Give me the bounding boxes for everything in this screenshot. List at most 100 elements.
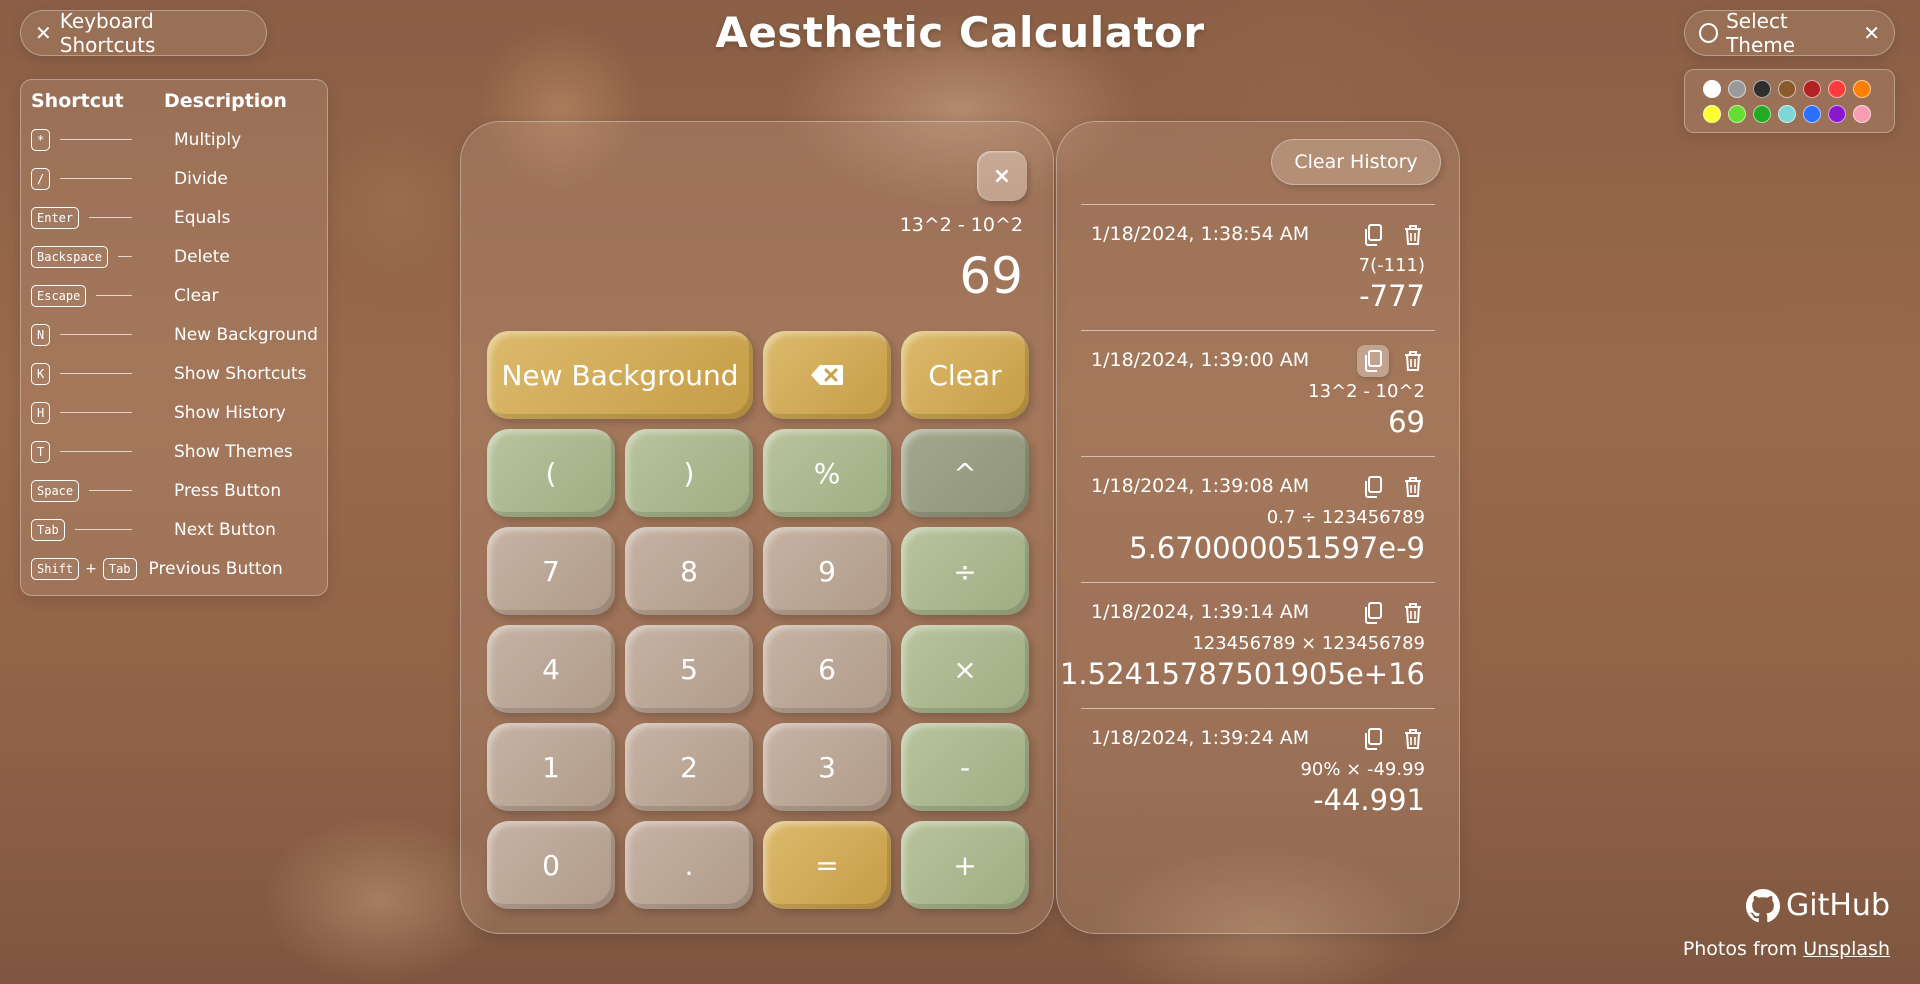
github-link[interactable]: GitHub xyxy=(1746,888,1890,923)
digit-3-button[interactable]: 3 xyxy=(763,723,891,811)
digit-9-button[interactable]: 9 xyxy=(763,527,891,615)
key-cap: * xyxy=(31,128,51,151)
theme-swatch[interactable] xyxy=(1728,104,1746,123)
theme-swatch[interactable] xyxy=(1853,79,1871,98)
decimal-button[interactable]: . xyxy=(625,821,753,909)
backspace-button[interactable] xyxy=(763,331,891,419)
theme-swatch[interactable] xyxy=(1778,79,1796,98)
theme-swatch[interactable] xyxy=(1853,104,1871,123)
theme-swatch[interactable] xyxy=(1803,79,1821,98)
shortcut-row: H Show History xyxy=(31,393,317,432)
shortcut-keys: Shift + Tab xyxy=(31,557,137,580)
photo-credit-prefix: Photos from xyxy=(1682,938,1804,960)
key-cap: Enter xyxy=(31,206,80,229)
photo-credit: Photos from Unsplash xyxy=(1683,938,1890,960)
theme-swatch[interactable] xyxy=(1703,79,1721,98)
digit-1-button[interactable]: 1 xyxy=(487,723,615,811)
clear-button[interactable]: Clear xyxy=(901,331,1029,419)
new-background-button[interactable]: New Background xyxy=(487,331,753,419)
github-label: GitHub xyxy=(1786,888,1890,923)
open-paren-button[interactable]: ( xyxy=(487,429,615,517)
expression-display: 13^2 - 10^2 xyxy=(899,214,1023,236)
trash-icon[interactable] xyxy=(1397,219,1429,251)
key-cap: Escape xyxy=(31,284,87,307)
shortcut-row: Escape Clear xyxy=(31,276,317,315)
copy-icon[interactable] xyxy=(1357,471,1389,503)
github-icon xyxy=(1746,888,1781,922)
theme-swatch[interactable] xyxy=(1828,79,1846,98)
shortcuts-panel: Shortcut Description * Multiply / Divide Ent… xyxy=(20,79,328,596)
history-actions xyxy=(1357,723,1429,755)
connector-line xyxy=(60,334,132,335)
app-title: Aesthetic Calculator xyxy=(715,8,1205,57)
shortcut-description: Delete xyxy=(174,246,230,267)
equals-button[interactable]: = xyxy=(763,821,891,909)
unsplash-link[interactable]: Unsplash xyxy=(1803,938,1890,960)
theme-swatch[interactable] xyxy=(1778,104,1796,123)
percent-button[interactable]: % xyxy=(763,429,891,517)
theme-swatch[interactable] xyxy=(1728,79,1746,98)
description-column-header: Description xyxy=(164,90,287,112)
theme-swatch[interactable] xyxy=(1803,104,1821,123)
copy-icon[interactable] xyxy=(1357,723,1389,755)
copy-icon[interactable] xyxy=(1357,597,1389,629)
trash-icon[interactable] xyxy=(1397,345,1429,377)
shortcut-keys: Tab xyxy=(31,518,65,541)
trash-icon[interactable] xyxy=(1397,723,1429,755)
shortcut-description: Equals xyxy=(174,207,231,228)
trash-icon[interactable] xyxy=(1397,471,1429,503)
history-result: -777 xyxy=(1359,279,1425,313)
key-cap: Tab xyxy=(102,557,137,580)
shortcut-description: New Background xyxy=(174,324,318,345)
key-cap: Shift xyxy=(31,557,80,580)
history-item: 1/18/2024, 1:39:14 AM 123456789 × 123456… xyxy=(1060,582,1435,708)
history-item: 1/18/2024, 1:39:08 AM 0.7 ÷ 123456789 5.… xyxy=(1081,456,1435,582)
copy-icon[interactable] xyxy=(1357,345,1389,377)
shortcut-keys: N xyxy=(31,323,51,346)
close-history-button[interactable]: × xyxy=(977,151,1027,201)
plus-button[interactable]: + xyxy=(901,821,1029,909)
history-expression: 123456789 × 123456789 xyxy=(1192,633,1425,654)
history-expression: 13^2 - 10^2 xyxy=(1308,381,1425,402)
theme-swatch[interactable] xyxy=(1828,104,1846,123)
digit-2-button[interactable]: 2 xyxy=(625,723,753,811)
shortcut-keys: K xyxy=(31,362,51,385)
shortcut-keys: Space xyxy=(31,479,80,502)
key-cap: H xyxy=(31,401,51,424)
trash-icon[interactable] xyxy=(1397,597,1429,629)
digit-8-button[interactable]: 8 xyxy=(625,527,753,615)
theme-swatch[interactable] xyxy=(1703,104,1721,123)
divide-button[interactable]: ÷ xyxy=(901,527,1029,615)
power-button[interactable]: ^ xyxy=(901,429,1029,517)
shortcut-row: Tab Next Button xyxy=(31,510,317,549)
theme-circle-icon xyxy=(1699,23,1719,43)
history-date: 1/18/2024, 1:39:24 AM xyxy=(1091,727,1310,749)
digit-4-button[interactable]: 4 xyxy=(487,625,615,713)
shortcut-keys: Backspace xyxy=(31,245,109,268)
digit-5-button[interactable]: 5 xyxy=(625,625,753,713)
minus-button[interactable]: - xyxy=(901,723,1029,811)
select-theme-toggle[interactable]: Select Theme ✕ xyxy=(1684,9,1895,57)
connector-line xyxy=(118,256,132,257)
shortcut-row: Backspace Delete xyxy=(31,237,317,276)
history-actions xyxy=(1357,597,1429,629)
key-cap: Space xyxy=(31,479,80,502)
theme-swatch[interactable] xyxy=(1753,79,1771,98)
shortcut-row: Space Press Button xyxy=(31,471,317,510)
close-paren-button[interactable]: ) xyxy=(625,429,753,517)
shortcut-keys: T xyxy=(31,440,51,463)
copy-icon[interactable] xyxy=(1357,219,1389,251)
key-cap: T xyxy=(31,440,51,463)
digit-6-button[interactable]: 6 xyxy=(763,625,891,713)
theme-swatch[interactable] xyxy=(1753,104,1771,123)
shortcut-row: Enter Equals xyxy=(31,198,317,237)
clear-history-button[interactable]: Clear History xyxy=(1271,139,1441,185)
digit-7-button[interactable]: 7 xyxy=(487,527,615,615)
shortcut-description: Show Themes xyxy=(174,441,293,462)
digit-0-button[interactable]: 0 xyxy=(487,821,615,909)
multiply-button[interactable]: × xyxy=(901,625,1029,713)
shortcuts-header: Shortcut Description xyxy=(31,90,317,114)
history-item: 1/18/2024, 1:38:54 AM 7(-111) -777 xyxy=(1081,204,1435,330)
history-item: 1/18/2024, 1:39:00 AM 13^2 - 10^2 69 xyxy=(1081,330,1435,456)
key-cap: Tab xyxy=(31,518,65,541)
